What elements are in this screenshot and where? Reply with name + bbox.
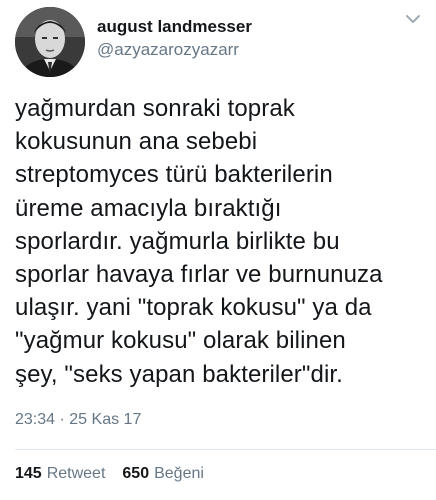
tweet-detail: august landmesser @azyazarozyazarr yağmu…: [0, 0, 436, 500]
retweets-stat[interactable]: 145 Retweet: [15, 463, 105, 485]
tweet-text-line: sporlar havaya fırlar ve burnunuza: [15, 261, 383, 289]
retweets-count: 145: [15, 465, 42, 482]
tweet-text-line: şey, "seks yapan bakteriler"dir.: [15, 360, 343, 388]
display-name[interactable]: august landmesser: [97, 16, 252, 38]
tweet-text-line: sporlardır. yağmurla birlikte bu: [15, 227, 340, 255]
chevron-down-icon[interactable]: [404, 10, 422, 28]
user-names: august landmesser @azyazarozyazarr: [97, 16, 252, 62]
tweet-text-line: ulaşır. yani "toprak kokusu" ya da: [15, 294, 372, 322]
tweet-timestamp[interactable]: 23:34 · 25 Kas 17: [15, 409, 141, 431]
user-handle[interactable]: @azyazarozyazarr: [97, 38, 252, 62]
likes-stat[interactable]: 650 Beğeni: [122, 463, 204, 485]
retweets-label: Retweet: [46, 465, 106, 482]
timestamp-separator: ·: [59, 411, 65, 428]
tweet-text-line: kokusunun ana sebebi: [15, 128, 258, 156]
likes-count: 650: [122, 465, 150, 482]
avatar[interactable]: [15, 7, 85, 77]
tweet-date: 25 Kas 17: [69, 411, 142, 428]
tweet-header: august landmesser @azyazarozyazarr: [15, 7, 252, 77]
tweet-text-line: streptomyces türü bakterilerin: [15, 161, 333, 189]
divider: [15, 449, 436, 450]
tweet-text-line: yağmurdan sonraki toprak: [15, 95, 295, 122]
likes-label: Beğeni: [154, 465, 204, 482]
tweet-text: yağmurdan sonraki toprak kokusunun ana s…: [15, 92, 425, 391]
tweet-time: 23:34: [15, 411, 56, 428]
tweet-text-line: "yağmur kokusu" olarak bilinen: [15, 327, 346, 355]
tweet-stats: 145 Retweet 650 Beğeni: [15, 463, 204, 485]
avatar-photo: [15, 7, 85, 77]
tweet-text-line: üreme amacıyla bıraktığı: [15, 194, 282, 222]
